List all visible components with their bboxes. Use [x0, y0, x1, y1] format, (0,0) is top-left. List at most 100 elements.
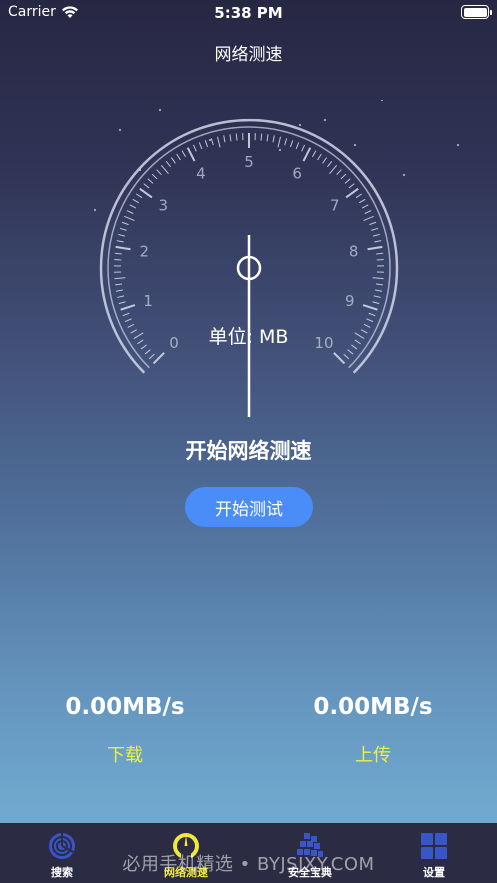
gauge-minor-tick	[151, 173, 158, 180]
gauge-minor-tick	[336, 169, 342, 176]
page-title: 网络测速	[214, 45, 283, 65]
gauge-minor-tick	[348, 183, 355, 189]
gauge-minor-tick	[327, 161, 333, 168]
gauge-minor-tick	[301, 144, 306, 152]
tab-security-guide[interactable]: 安全宝典	[248, 823, 372, 883]
gauge-minor-tick	[372, 277, 384, 280]
gauge-major-tick	[345, 187, 359, 199]
speed-gauge: 012345678910	[93, 100, 460, 417]
gauge-minor-tick	[343, 353, 350, 360]
gauge-minor-tick	[147, 178, 154, 184]
gauge-minor-tick	[165, 161, 171, 168]
gauge-minor-tick	[129, 204, 137, 209]
gauge-minor-tick	[132, 198, 140, 204]
star-dot	[208, 138, 212, 142]
gauge-minor-tick	[143, 183, 150, 189]
gauge-scale-label: 7	[330, 197, 340, 215]
clock: 5:38 PM	[214, 4, 283, 22]
gauge-minor-tick	[121, 221, 129, 226]
tab-search[interactable]: 搜索	[0, 823, 124, 883]
gauge-minor-tick	[260, 133, 263, 141]
radar-icon	[47, 831, 77, 861]
gauge-minor-tick	[364, 210, 372, 214]
gauge-major-tick	[362, 304, 378, 311]
speedometer-icon	[171, 831, 201, 861]
gauge-minor-tick	[135, 193, 143, 199]
gauge-minor-tick	[368, 312, 376, 317]
gauge-scale-label: 1	[143, 292, 153, 310]
gauge-scale-label: 5	[244, 153, 254, 171]
gauge-minor-tick	[317, 153, 322, 161]
gauge-minor-tick	[375, 283, 383, 286]
gauge-minor-tick	[176, 153, 181, 161]
gauge-minor-tick	[118, 301, 126, 305]
gauge-minor-tick	[373, 295, 381, 298]
gauge-minor-tick	[144, 349, 151, 355]
status-bar: Carrier 5:38 PM	[0, 0, 497, 26]
gauge-minor-tick	[344, 178, 351, 184]
gauge-minor-tick	[181, 150, 187, 158]
star-dot	[158, 108, 162, 112]
tab-settings[interactable]: 设置	[372, 823, 496, 883]
gauge-major-tick	[367, 245, 383, 251]
gauge-minor-tick	[374, 240, 382, 243]
gauge-minor-tick	[284, 138, 288, 146]
gauge-minor-tick	[198, 142, 203, 150]
battery-icon	[461, 5, 492, 19]
gauge-minor-tick	[204, 140, 209, 148]
gauge-minor-tick	[115, 289, 123, 292]
gauge-minor-tick	[124, 215, 135, 222]
star-dot	[402, 173, 406, 177]
gauge-scale-label: 3	[158, 197, 168, 215]
gauge-minor-tick	[116, 240, 124, 243]
gauge-minor-tick	[156, 169, 162, 176]
gauge-major-tick	[333, 352, 346, 365]
gauge-minor-tick	[277, 136, 282, 148]
gauge-minor-tick	[119, 227, 127, 231]
tab-settings-label: 设置	[423, 866, 445, 879]
star-dot	[323, 118, 327, 122]
star-dot	[380, 100, 384, 102]
gauge-minor-tick	[114, 277, 126, 280]
gauge-major-tick	[302, 147, 312, 162]
gauge-scale-label: 8	[349, 242, 359, 260]
grid-icon	[419, 831, 449, 861]
gauge-scale-label: 6	[292, 165, 302, 183]
speedtest-heading: 开始网络测速	[185, 439, 312, 463]
gauge-major-tick	[139, 187, 153, 199]
gauge-minor-tick	[311, 150, 317, 158]
gauge-minor-tick	[126, 210, 134, 214]
gauge-minor-tick	[329, 165, 338, 175]
gauge-minor-tick	[235, 133, 238, 141]
gauge-minor-tick	[347, 349, 354, 355]
gauge-minor-tick	[192, 144, 197, 152]
star-dot	[353, 143, 357, 147]
gauge-major-tick	[115, 245, 131, 251]
tab-search-label: 搜索	[51, 866, 73, 879]
gauge-major-tick	[152, 352, 165, 365]
gauge-scale-label: 2	[140, 242, 150, 260]
gauge-minor-tick	[148, 353, 155, 360]
gauge-minor-tick	[114, 252, 122, 255]
download-speed-value: 0.00MB/s	[65, 694, 185, 720]
tab-speedtest-label: 网络测速	[164, 866, 208, 879]
gauge-minor-tick	[340, 173, 347, 180]
gauge-minor-tick	[322, 157, 328, 164]
gauge-minor-tick	[216, 136, 221, 148]
gauge-minor-tick	[115, 283, 123, 286]
upload-speed-value: 0.00MB/s	[313, 694, 433, 720]
start-test-button[interactable]: 开始测试	[185, 487, 313, 527]
unit-label: 单位: MB	[208, 326, 289, 348]
gauge-minor-tick	[170, 157, 176, 164]
gauge-minor-tick	[372, 301, 380, 305]
gauge-minor-tick	[361, 204, 369, 209]
tab-speedtest[interactable]: 网络测速	[124, 823, 248, 883]
gauge-minor-tick	[376, 252, 384, 255]
gauge-major-tick	[120, 304, 136, 311]
gauge-minor-tick	[289, 140, 294, 148]
gauge-scale-label: 4	[196, 165, 206, 183]
star-dot	[93, 208, 97, 212]
gauge-minor-tick	[372, 233, 380, 237]
gauge-minor-tick	[375, 289, 383, 292]
tab-security-guide-label: 安全宝典	[288, 866, 332, 879]
